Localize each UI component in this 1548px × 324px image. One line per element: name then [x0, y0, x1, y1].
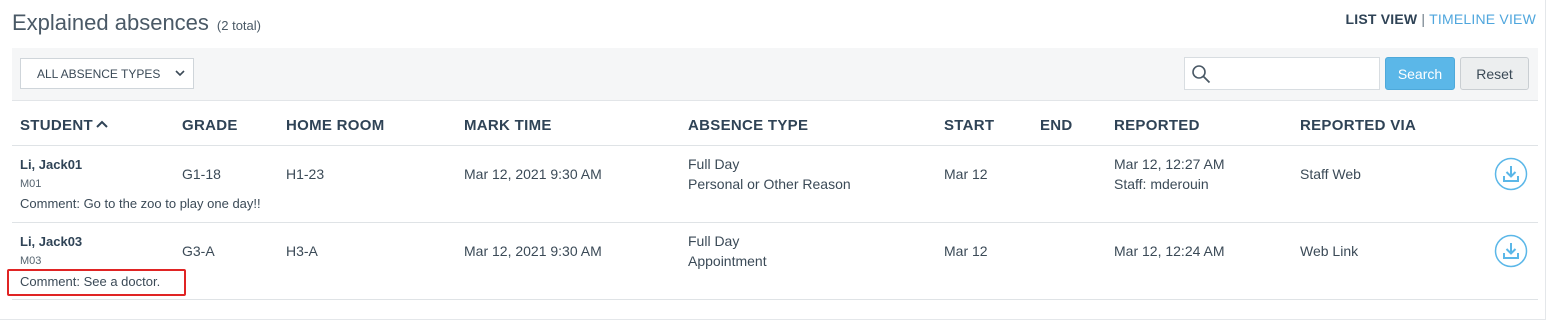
reported-via-cell: Web Link — [1300, 243, 1359, 259]
filter-toolbar: ALL ABSENCE TYPES Search Reset — [12, 48, 1538, 101]
absence-type-cell: Full Day — [688, 156, 740, 172]
column-header-absence-type[interactable]: ABSENCE TYPE — [688, 117, 808, 134]
column-header-start[interactable]: START — [944, 117, 994, 134]
mark-time-cell: Mar 12, 2021 9:30 AM — [464, 243, 602, 259]
student-id: M03 — [20, 255, 42, 267]
grade-cell: G1-18 — [182, 166, 221, 182]
list-view-link[interactable]: LIST VIEW — [1346, 11, 1418, 27]
reported-by-cell: Staff: mderouin — [1114, 176, 1209, 192]
chevron-up-icon — [96, 120, 108, 128]
start-cell: Mar 12 — [944, 243, 988, 259]
mark-time-cell: Mar 12, 2021 9:30 AM — [464, 166, 602, 182]
comment-highlight-box — [7, 269, 186, 296]
row-divider — [12, 299, 1538, 300]
download-icon[interactable] — [1494, 234, 1528, 268]
header-divider — [12, 145, 1538, 146]
search-icon — [1192, 65, 1211, 84]
view-separator: | — [1421, 11, 1426, 27]
chevron-down-icon — [175, 70, 185, 77]
start-cell: Mar 12 — [944, 166, 988, 182]
download-icon[interactable] — [1494, 157, 1528, 191]
student-name[interactable]: Li, Jack03 — [20, 234, 82, 249]
column-header-grade[interactable]: GRADE — [182, 117, 238, 134]
absence-type-select[interactable]: ALL ABSENCE TYPES — [20, 58, 194, 89]
column-header-student[interactable]: STUDENT — [20, 117, 108, 134]
student-name[interactable]: Li, Jack01 — [20, 157, 82, 172]
view-switch: LIST VIEW | TIMELINE VIEW — [1346, 11, 1537, 27]
home-room-cell: H1-23 — [286, 166, 325, 182]
home-room-cell: H3-A — [286, 243, 318, 259]
column-header-reported-via[interactable]: REPORTED VIA — [1300, 117, 1416, 134]
absence-reason-cell: Personal or Other Reason — [688, 176, 851, 192]
absence-comment: Comment: Go to the zoo to play one day!! — [20, 196, 261, 211]
title-row: Explained absences (2 total) — [12, 10, 261, 36]
page-title: Explained absences — [12, 10, 209, 35]
column-header-home-room[interactable]: HOME ROOM — [286, 117, 385, 134]
reported-time-cell: Mar 12, 12:24 AM — [1114, 243, 1225, 259]
grade-cell: G3-A — [182, 243, 215, 259]
reset-button[interactable]: Reset — [1460, 57, 1529, 90]
search-input[interactable] — [1184, 57, 1380, 90]
search-button[interactable]: Search — [1385, 57, 1455, 90]
reported-via-cell: Staff Web — [1300, 166, 1361, 182]
student-id: M01 — [20, 178, 42, 190]
total-count: (2 total) — [216, 18, 261, 33]
column-header-label: STUDENT — [20, 117, 93, 134]
timeline-view-link[interactable]: TIMELINE VIEW — [1429, 11, 1536, 27]
absence-type-select-value: ALL ABSENCE TYPES — [37, 66, 161, 81]
column-header-end[interactable]: END — [1040, 117, 1073, 134]
row-divider — [12, 222, 1538, 223]
reported-time-cell: Mar 12, 12:27 AM — [1114, 156, 1225, 172]
absence-reason-cell: Appointment — [688, 253, 767, 269]
column-header-mark-time[interactable]: MARK TIME — [464, 117, 552, 134]
absence-type-cell: Full Day — [688, 233, 740, 249]
column-header-reported[interactable]: REPORTED — [1114, 117, 1200, 134]
